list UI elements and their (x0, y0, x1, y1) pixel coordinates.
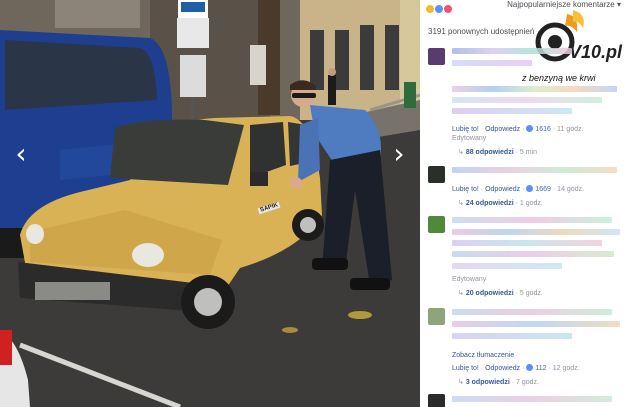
like-count-icon (526, 125, 534, 132)
edited-label[interactable]: Edytowany (452, 276, 486, 283)
replies-count: 24 odpowiedzi (465, 200, 514, 207)
blurred-text (452, 240, 602, 246)
comment-time[interactable]: 14 godz. (557, 186, 584, 193)
like-reaction-icon (435, 5, 443, 13)
reply-link[interactable]: Odpowiedz (485, 126, 520, 133)
like-link[interactable]: Lubię to! (452, 126, 479, 133)
replies-link[interactable]: ↳ 24 odpowiedzi · 1 godz. (458, 199, 543, 207)
watermark-text: V10.pl (569, 42, 623, 62)
like-link[interactable]: Lubię to! (452, 186, 479, 193)
comment-avatar[interactable] (428, 308, 445, 325)
comment-actions: Lubię to! · Odpowiedz · 1669 · 14 godz. (452, 185, 585, 193)
replies-count: 20 odpowiedzi (465, 290, 514, 297)
shares-count[interactable]: 3191 ponownych udostępnień (428, 27, 534, 36)
love-reaction-icon (444, 5, 452, 13)
blurred-text (452, 108, 572, 114)
edited-label[interactable]: Edytowany (452, 135, 486, 142)
comment-avatar[interactable] (428, 166, 445, 183)
comment-time[interactable]: 11 godz. (557, 126, 583, 133)
replies-link[interactable]: ↳ 88 odpowiedzi · 5 min (458, 148, 537, 156)
street-scene-image (0, 0, 420, 407)
replies-count: 3 odpowiedzi (465, 379, 510, 386)
haha-reaction-icon (426, 5, 434, 13)
like-count[interactable]: 1669 (535, 186, 551, 193)
v10-watermark-logo: V10.pl (535, 10, 623, 62)
like-count[interactable]: 1616 (535, 126, 551, 133)
blurred-text (452, 167, 617, 173)
next-photo-arrow[interactable]: › (388, 140, 410, 168)
blurred-text (452, 333, 572, 339)
reply-time: 7 godz. (516, 379, 539, 386)
comment-actions: Lubię to! · Odpowiedz · 112 · 12 godz. (452, 364, 580, 372)
blurred-text (452, 229, 620, 235)
comment-avatar[interactable] (428, 216, 445, 233)
comment-avatar[interactable] (428, 48, 445, 65)
reply-time: 5 min (519, 149, 538, 156)
see-translation-link[interactable]: Zobacz tłumaczenie (452, 352, 514, 359)
overlay-caption: z benzyną we krwi (522, 73, 596, 83)
replies-link[interactable]: ↳ 3 odpowiedzi · 7 godz. (458, 378, 539, 386)
blurred-text (452, 60, 532, 66)
like-link[interactable]: Lubię to! (452, 365, 479, 372)
comments-panel: Najpopularniejsze komentarze ▾ 3191 pono… (420, 0, 625, 407)
previous-photo-arrow[interactable]: ‹ (10, 140, 32, 168)
blurred-text (452, 86, 617, 92)
like-count-icon (526, 185, 534, 192)
reply-time: 1 godz. (519, 200, 543, 207)
comment-actions: Lubię to! · Odpowiedz · 1616 · 11 godz. (452, 125, 584, 133)
post-photo: ‹ › SAPIK (0, 0, 420, 407)
replies-link[interactable]: ↳ 20 odpowiedzi · 5 godz. (458, 289, 543, 297)
reply-link[interactable]: Odpowiedz (485, 365, 520, 372)
blurred-text (452, 309, 612, 315)
blurred-text (452, 251, 614, 257)
like-count[interactable]: 112 (535, 365, 546, 372)
blurred-text (452, 321, 620, 327)
reply-time: 5 godz. (519, 290, 543, 297)
comment-avatar[interactable] (428, 394, 445, 407)
blurred-text (452, 396, 612, 402)
blurred-text (452, 263, 562, 269)
reply-link[interactable]: Odpowiedz (485, 186, 520, 193)
comment-time[interactable]: 12 godz. (553, 365, 580, 372)
blurred-text (452, 48, 572, 54)
like-count-icon (526, 364, 534, 371)
blurred-text (452, 97, 602, 103)
blurred-text (452, 217, 612, 223)
replies-count: 88 odpowiedzi (465, 149, 514, 156)
